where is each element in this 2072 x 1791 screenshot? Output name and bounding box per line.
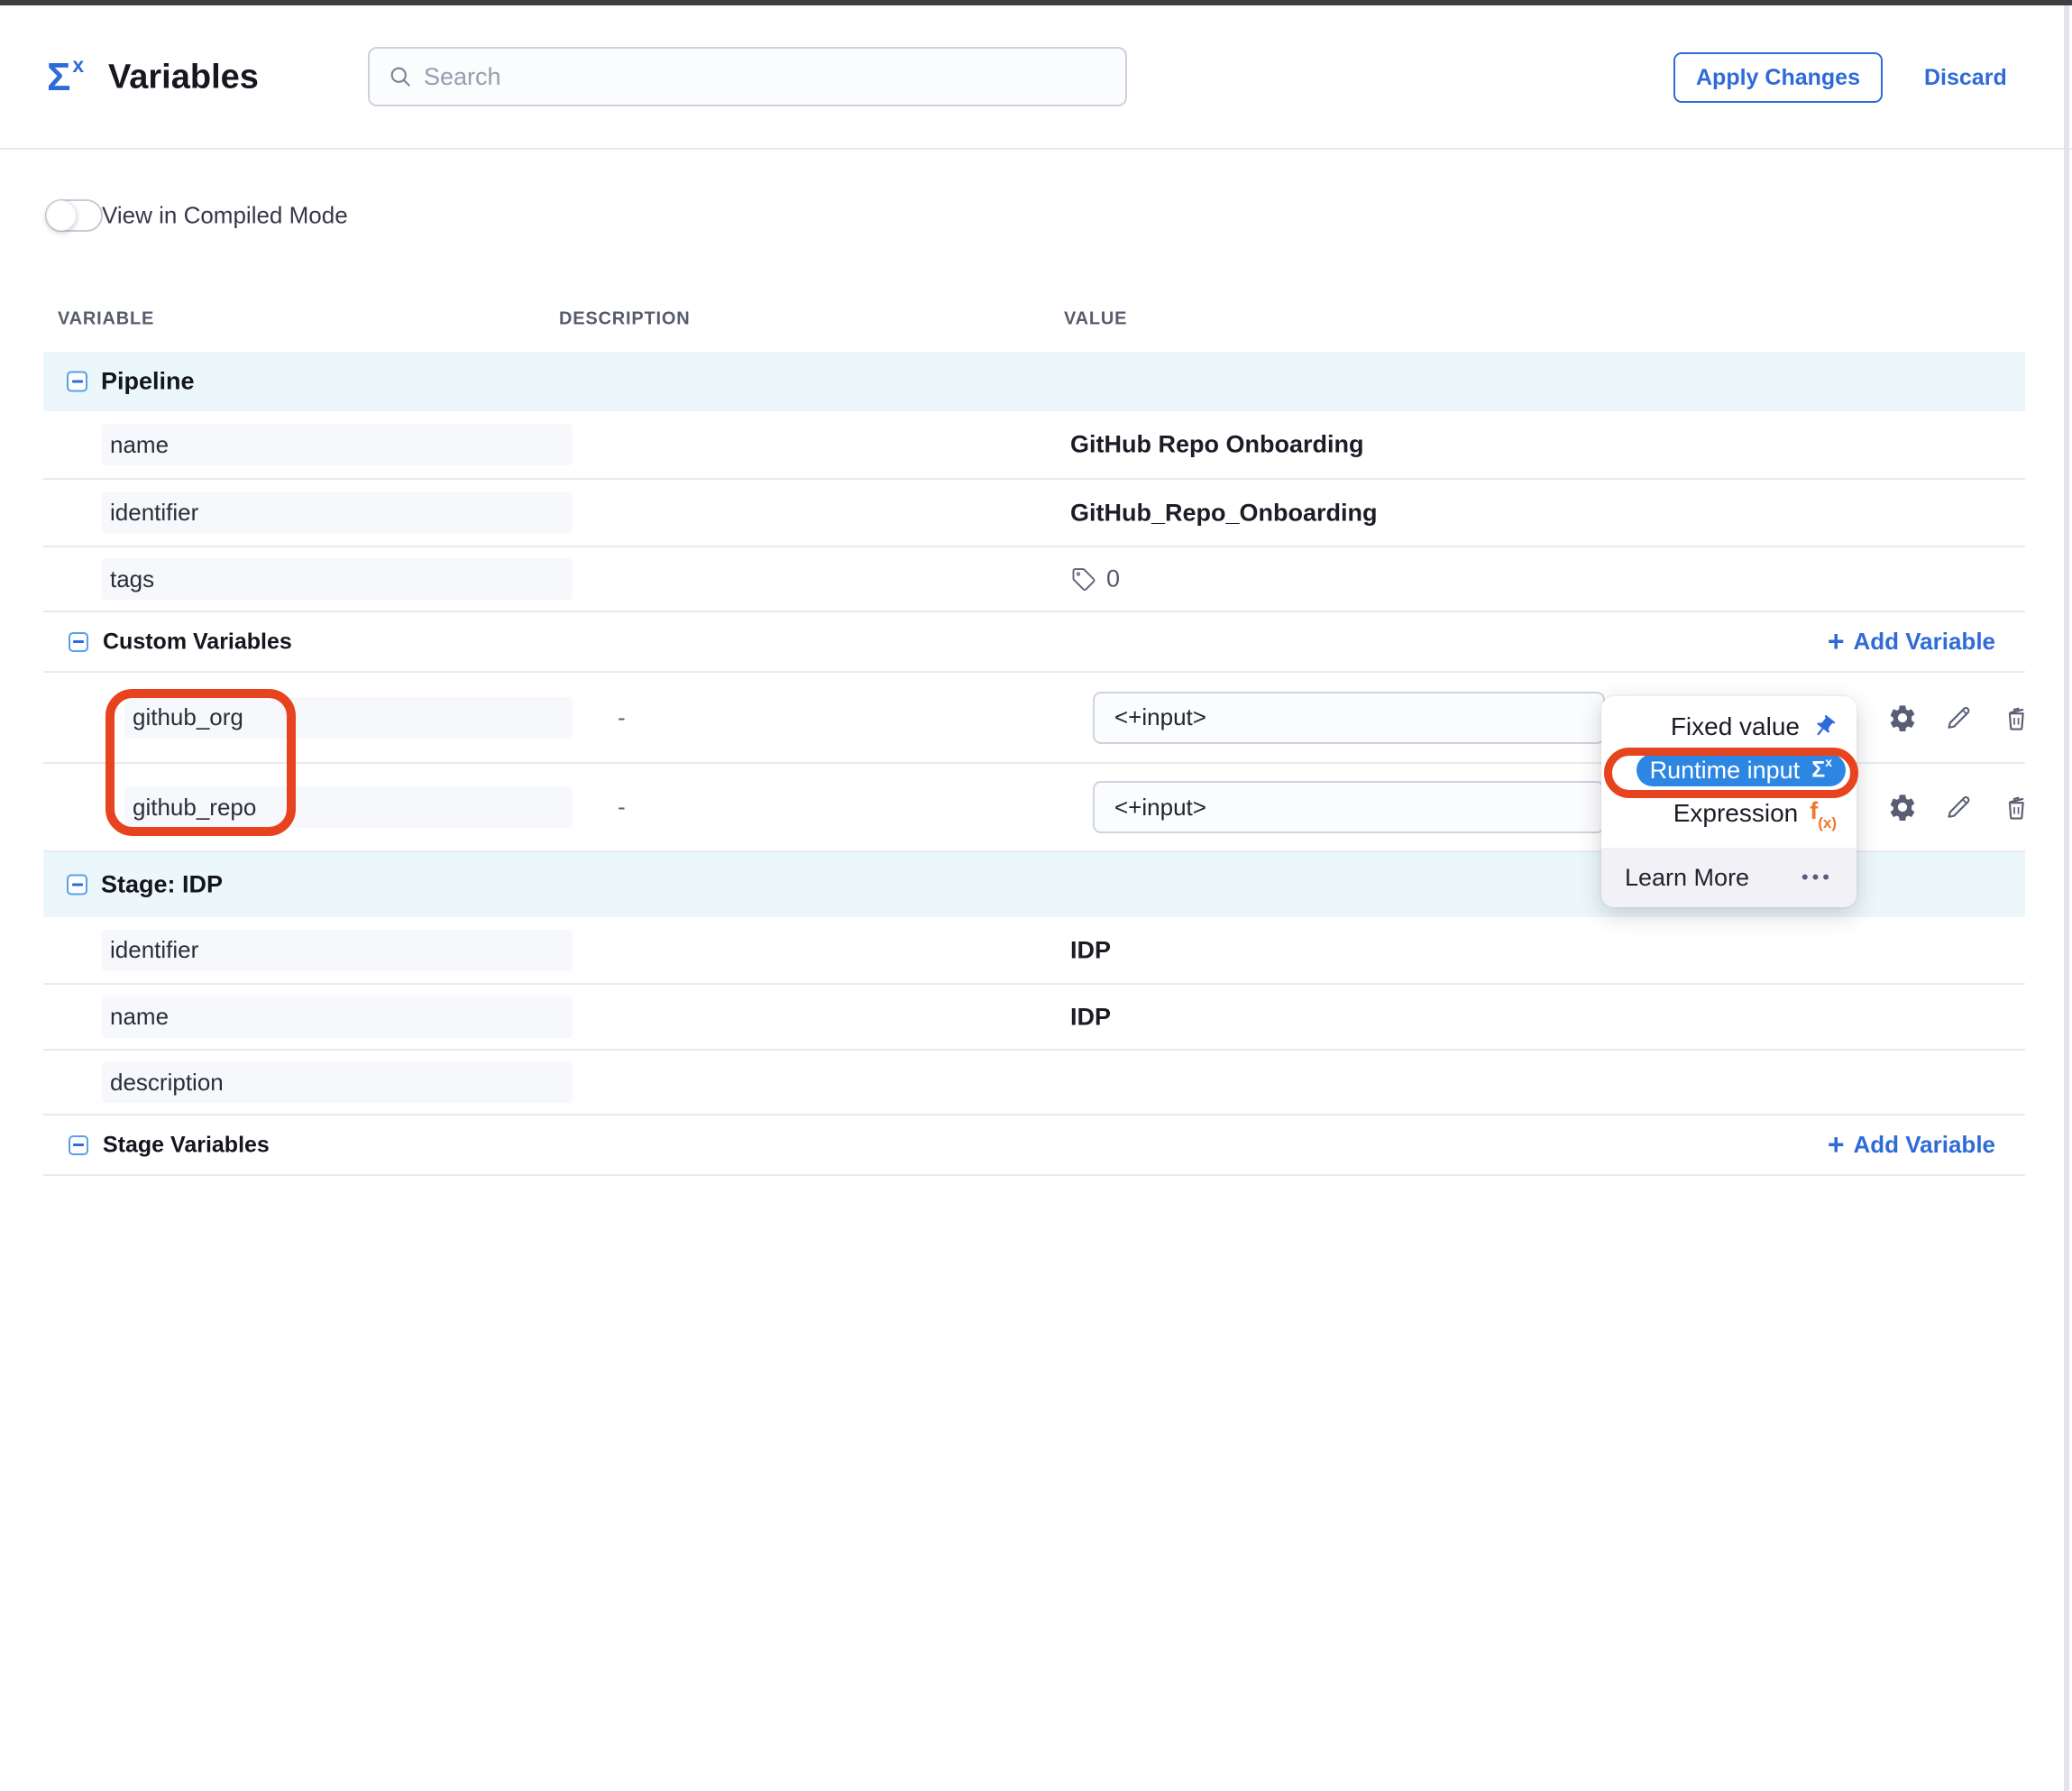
- delete-variable-button[interactable]: [2000, 791, 2032, 823]
- variable-name-chip: identifier: [102, 930, 573, 971]
- menu-item-expression[interactable]: Expression f(x): [1601, 792, 1857, 835]
- edit-variable-button[interactable]: [1942, 702, 1975, 734]
- variable-value: GitHub_Repo_Onboarding: [1070, 499, 1378, 527]
- add-variable-label: Add Variable: [1854, 1131, 1996, 1159]
- variable-name-chip: tags: [102, 558, 573, 600]
- plus-icon: +: [1828, 1130, 1845, 1159]
- section-row-stage-variables: Stage Variables + Add Variable: [43, 1116, 2025, 1176]
- table-row-pipeline-identifier: identifier GitHub_Repo_Onboarding: [43, 480, 2025, 547]
- header: Σx Variables Apply Changes Discard: [0, 5, 2072, 150]
- section-title-pipeline: Pipeline: [101, 368, 195, 396]
- section-title-stage-idp: Stage: IDP: [101, 871, 223, 899]
- variable-value: IDP: [1070, 936, 1111, 964]
- tags-count: 0: [1106, 565, 1120, 593]
- menu-item-fixed-value[interactable]: Fixed value: [1601, 705, 1857, 749]
- compiled-mode-label: View in Compiled Mode: [102, 202, 348, 230]
- fx-icon: f(x): [1810, 797, 1837, 829]
- section-title-custom-variables: Custom Variables: [103, 629, 292, 655]
- variable-value: IDP: [1070, 1003, 1111, 1031]
- runtime-input-pill[interactable]: Runtime input Σx: [1637, 754, 1846, 786]
- section-row-custom-variables: Custom Variables + Add Variable: [43, 612, 2025, 673]
- column-header-value: VALUE: [1064, 309, 1127, 330]
- description-cell: -: [618, 703, 626, 731]
- runtime-input-field[interactable]: <+input>: [1093, 781, 1605, 833]
- value-type-menu-footer: Learn More •••: [1601, 848, 1857, 907]
- table-row-stage-name: name IDP: [43, 985, 2025, 1051]
- variables-panel: Σx Variables Apply Changes Discard View …: [0, 0, 2072, 1791]
- variable-name-chip: github_org: [124, 697, 573, 739]
- variable-name-chip: github_repo: [124, 786, 573, 828]
- variables-sigma-icon: Σx: [47, 58, 82, 97]
- minus-glyph: [73, 1143, 84, 1146]
- variable-name-chip: description: [102, 1061, 573, 1103]
- tags-value: 0: [1070, 565, 1120, 593]
- edit-variable-button[interactable]: [1942, 791, 1975, 823]
- search-icon: [388, 64, 413, 89]
- add-variable-label: Add Variable: [1854, 628, 1996, 656]
- column-header-variable: VARIABLE: [58, 309, 154, 330]
- sigma-icon: Σx: [1811, 757, 1832, 783]
- value-type-menu-items: Fixed value Runtime input Σx Expression …: [1601, 696, 1857, 835]
- toggle-knob: [46, 200, 77, 231]
- variable-name-chip: name: [102, 997, 573, 1038]
- value-type-menu: Fixed value Runtime input Σx Expression …: [1601, 696, 1857, 907]
- minus-glyph: [72, 381, 83, 383]
- menu-item-label: Fixed value: [1671, 712, 1800, 741]
- value-type-gear-button[interactable]: [1886, 702, 1919, 734]
- collapse-icon[interactable]: [67, 875, 87, 896]
- minus-glyph: [72, 884, 83, 886]
- apply-changes-button[interactable]: Apply Changes: [1673, 52, 1883, 103]
- menu-item-label: Runtime input: [1650, 757, 1801, 785]
- runtime-input-field[interactable]: <+input>: [1093, 692, 1605, 744]
- minus-glyph: [73, 640, 84, 643]
- pin-icon: [1811, 714, 1837, 739]
- add-variable-button[interactable]: + Add Variable: [1828, 628, 1995, 657]
- plus-icon: +: [1828, 627, 1845, 656]
- column-header-description: DESCRIPTION: [559, 309, 690, 330]
- menu-item-label: Expression: [1673, 799, 1799, 828]
- collapse-icon[interactable]: [69, 1135, 88, 1155]
- section-row-pipeline: Pipeline: [43, 352, 2025, 411]
- more-options-icon[interactable]: •••: [1802, 866, 1833, 889]
- tag-icon: [1070, 565, 1097, 592]
- collapse-icon[interactable]: [67, 372, 87, 392]
- table-row-pipeline-name: name GitHub Repo Onboarding: [43, 411, 2025, 480]
- menu-item-runtime-input[interactable]: Runtime input Σx: [1601, 749, 1857, 792]
- variable-name-chip: name: [102, 424, 573, 465]
- description-cell: -: [618, 794, 626, 822]
- scrollbar[interactable]: [2064, 0, 2069, 1791]
- table-row-stage-identifier: identifier IDP: [43, 917, 2025, 985]
- discard-button[interactable]: Discard: [1924, 52, 2007, 103]
- variable-value: GitHub Repo Onboarding: [1070, 431, 1363, 459]
- delete-variable-button[interactable]: [2000, 702, 2032, 734]
- search-input[interactable]: [424, 63, 1073, 91]
- value-type-gear-button[interactable]: [1886, 791, 1919, 823]
- variable-name-chip: identifier: [102, 492, 573, 534]
- table-row-stage-description: description: [43, 1051, 2025, 1116]
- window-top-strip: [0, 0, 2072, 5]
- add-variable-button[interactable]: + Add Variable: [1828, 1131, 1995, 1160]
- search-box[interactable]: [368, 47, 1127, 106]
- page-title: Variables: [108, 59, 259, 97]
- section-title-stage-variables: Stage Variables: [103, 1132, 270, 1158]
- collapse-icon[interactable]: [69, 632, 88, 652]
- compiled-mode-toggle[interactable]: [45, 199, 103, 232]
- table-row-pipeline-tags: tags 0: [43, 547, 2025, 612]
- learn-more-link[interactable]: Learn More: [1625, 864, 1749, 892]
